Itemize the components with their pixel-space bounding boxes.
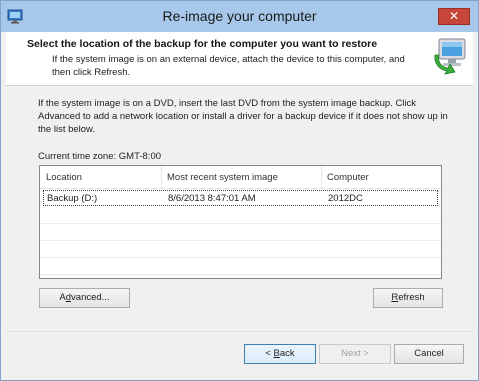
back-button[interactable]: < Back — [244, 344, 316, 364]
refresh-label-post: efresh — [398, 292, 425, 303]
table-row-empty — [40, 258, 441, 275]
next-button[interactable]: Next > — [319, 344, 391, 364]
column-separator[interactable] — [161, 166, 162, 188]
header-panel: Select the location of the backup for th… — [6, 32, 473, 85]
table-row-empty — [40, 241, 441, 258]
close-button[interactable]: ✕ — [438, 8, 470, 25]
instructions-text: If the system image is on a DVD, insert … — [38, 98, 448, 135]
cell-location: Backup (D:) — [47, 193, 98, 204]
cancel-button[interactable]: Cancel — [394, 344, 464, 364]
table-header: Location Most recent system image Comput… — [40, 166, 441, 189]
column-separator[interactable] — [321, 166, 322, 188]
column-computer[interactable]: Computer — [327, 172, 369, 183]
reimage-dialog: Re-image your computer ✕ Select the loca… — [0, 0, 479, 381]
backup-list[interactable]: Location Most recent system image Comput… — [39, 165, 442, 279]
cell-computer: 2012DC — [328, 193, 363, 204]
advanced-label-post: vanced... — [71, 292, 110, 303]
window-title: Re-image your computer — [162, 8, 317, 24]
column-location[interactable]: Location — [46, 172, 82, 183]
table-row[interactable]: Backup (D:) 8/6/2013 8:47:01 AM 2012DC — [43, 190, 438, 206]
computer-restore-icon — [434, 38, 466, 75]
header-title: Select the location of the backup for th… — [27, 38, 378, 50]
timezone-label: Current time zone: GMT-8:00 — [38, 151, 162, 162]
footer-divider — [6, 331, 473, 332]
table-row-empty — [40, 224, 441, 241]
header-divider — [6, 85, 473, 86]
advanced-button[interactable]: Advanced... — [39, 288, 130, 308]
title-bar[interactable]: Re-image your computer ✕ — [1, 1, 478, 32]
back-label-pre: < — [265, 348, 274, 359]
column-most-recent[interactable]: Most recent system image — [167, 172, 278, 183]
header-description: If the system image is on an external de… — [52, 54, 405, 78]
table-row-empty — [40, 207, 441, 224]
cell-most-recent: 8/6/2013 8:47:01 AM — [168, 193, 256, 204]
refresh-button[interactable]: Refresh — [373, 288, 443, 308]
back-label-post: ack — [279, 348, 295, 359]
